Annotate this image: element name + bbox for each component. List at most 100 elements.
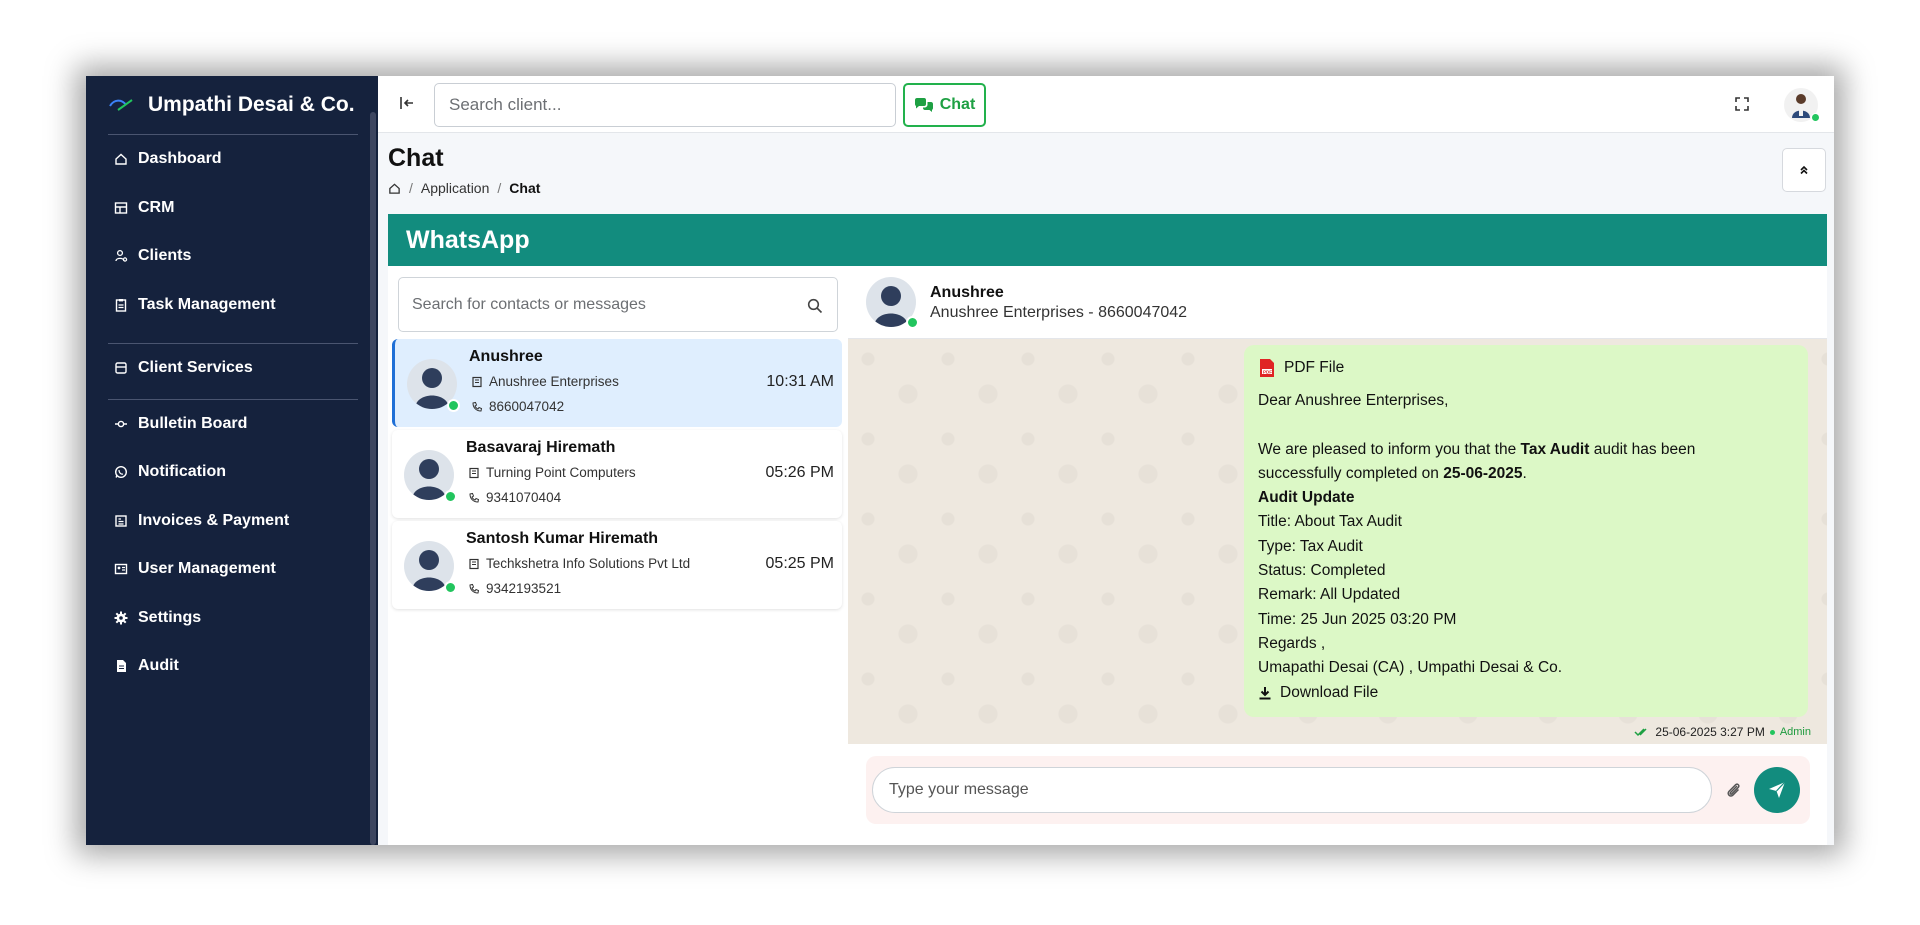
contact-time: 05:26 PM [765, 464, 834, 481]
chat-button[interactable]: Chat [903, 83, 986, 127]
sidebar-nav: Dashboard CRM Clients Task Management [86, 135, 378, 343]
table-icon [114, 201, 128, 215]
pdf-attachment[interactable]: PDF PDF File [1258, 357, 1794, 379]
sidebar-item-notification[interactable]: Notification [86, 448, 378, 497]
sidebar-item-task-management[interactable]: Task Management [86, 281, 378, 330]
fullscreen-icon[interactable] [1734, 96, 1750, 112]
message-signature: Umapathi Desai (CA) , Umpathi Desai & Co… [1258, 659, 1563, 677]
contact-time: 10:31 AM [766, 373, 834, 390]
message-regards: Regards , [1258, 634, 1326, 652]
send-button[interactable] [1754, 767, 1800, 813]
sidebar-item-label: Client Services [138, 359, 253, 377]
brand-name: Umpathi Desai & Co. [148, 93, 355, 116]
breadcrumb-separator: / [409, 180, 413, 196]
sidebar-item-dashboard[interactable]: Dashboard [86, 135, 378, 184]
sidebar-item-settings[interactable]: Settings [86, 594, 378, 643]
message-type-line: Type: Tax Audit [1258, 537, 1363, 555]
contact-item[interactable]: Anushree Anushree Enterprises 8660047042… [392, 339, 842, 427]
sidebar-item-label: Dashboard [138, 150, 222, 168]
sender-status-dot [1769, 729, 1775, 735]
users-icon [114, 249, 128, 263]
breadcrumb-current: Chat [509, 180, 541, 196]
contact-phone-text: 9342193521 [486, 581, 562, 596]
sidebar-item-client-services[interactable]: Client Services [86, 344, 378, 393]
building-icon [469, 467, 479, 478]
sidebar-item-crm[interactable]: CRM [86, 184, 378, 233]
sidebar-item-audit[interactable]: Audit [86, 642, 378, 691]
sidebar-item-label: Bulletin Board [138, 414, 248, 432]
message-intro-end: . [1522, 464, 1527, 482]
sidebar-item-label: Invoices & Payment [138, 511, 290, 529]
message-input[interactable] [872, 767, 1712, 813]
sidebar-item-label: Task Management [138, 295, 276, 313]
home-icon [114, 152, 128, 166]
contact-phone-text: 9341070404 [486, 490, 562, 505]
contacts-panel: Anushree Anushree Enterprises 8660047042… [388, 266, 848, 845]
sidebar-scrollbar[interactable] [370, 112, 376, 845]
contact-name: Basavaraj Hiremath [466, 439, 616, 456]
contact-item[interactable]: Santosh Kumar Hiremath Techkshetra Info … [392, 521, 842, 609]
phone-icon [472, 401, 483, 412]
message-meta: 25-06-2025 3:27 PM Admin [1634, 725, 1811, 739]
paperclip-icon[interactable] [1724, 780, 1742, 800]
contact-org-text: Techkshetra Info Solutions Pvt Ltd [486, 556, 691, 571]
collapse-sidebar-icon[interactable] [398, 94, 416, 112]
breadcrumb-application[interactable]: Application [421, 180, 490, 196]
message-area[interactable]: PDF PDF File Dear Anushree Enterprises, … [848, 339, 1827, 744]
contact-name: Anushree [469, 348, 543, 365]
contact-org-text: Anushree Enterprises [489, 374, 619, 389]
whatsapp-title: WhatsApp [406, 225, 530, 254]
file-icon [114, 659, 128, 673]
sidebar-item-label: Settings [138, 608, 202, 626]
contact-name: Santosh Kumar Hiremath [466, 530, 659, 547]
whatsapp-header: WhatsApp [388, 214, 1827, 266]
gear-icon [114, 611, 128, 625]
sidebar-item-label: Audit [138, 657, 179, 675]
sidebar-nav: Bulletin Board Notification Invoices & P… [86, 400, 378, 691]
box-icon [114, 361, 128, 375]
pdf-file-icon: PDF [1260, 359, 1274, 377]
contact-phone-text: 8660047042 [489, 399, 565, 414]
contact-org: Techkshetra Info Solutions Pvt Ltd [468, 556, 690, 571]
sidebar-item-label: CRM [138, 198, 175, 216]
download-file-link[interactable]: Download File [1258, 681, 1794, 705]
sidebar-item-bulletin-board[interactable]: Bulletin Board [86, 400, 378, 449]
message-sender: Admin [1779, 726, 1811, 738]
home-icon[interactable] [388, 182, 401, 195]
brand-logo-icon [109, 99, 133, 111]
phone-icon [469, 492, 480, 503]
contact-org: Anushree Enterprises [471, 374, 619, 389]
message-timestamp: 25-06-2025 3:27 PM [1655, 725, 1765, 739]
message-bubble: PDF PDF File Dear Anushree Enterprises, … [1244, 345, 1808, 717]
svg-text:PDF: PDF [1263, 369, 1272, 374]
contact-phone: 9341070404 [468, 490, 561, 505]
breadcrumb-separator: / [497, 180, 502, 196]
download-file-label: Download File [1280, 683, 1379, 701]
sidebar-item-label: Clients [138, 247, 192, 265]
brand[interactable]: Umpathi Desai & Co. [86, 76, 378, 134]
search-icon[interactable] [807, 298, 823, 314]
contact-time: 05:25 PM [765, 555, 834, 572]
message-intro-bold: Tax Audit [1520, 440, 1590, 458]
nav-spacer [86, 329, 378, 343]
pdf-attachment-label: PDF File [1284, 358, 1345, 376]
contact-item[interactable]: Basavaraj Hiremath Turning Point Compute… [392, 430, 842, 518]
message-update-heading-text: Audit Update [1258, 489, 1355, 507]
sidebar-item-invoices-payment[interactable]: Invoices & Payment [86, 497, 378, 546]
message-status-line: Status: Completed [1258, 562, 1386, 580]
sidebar: Umpathi Desai & Co. Dashboard CRM Client… [86, 76, 378, 845]
client-search-input[interactable] [434, 83, 896, 127]
message-intro-a: We are pleased to inform you that the [1258, 440, 1521, 458]
message-intro: We are pleased to inform you that the Ta… [1258, 438, 1794, 462]
topbar: Chat [378, 76, 1834, 133]
invoice-icon [114, 514, 128, 528]
message-intro-c: successfully completed on [1258, 464, 1444, 482]
user-avatar[interactable] [1784, 88, 1820, 122]
sidebar-item-user-management[interactable]: User Management [86, 545, 378, 594]
contact-org: Turning Point Computers [468, 465, 636, 480]
sidebar-nav: Client Services [86, 344, 378, 399]
collapse-header-button[interactable] [1782, 148, 1826, 192]
sidebar-item-clients[interactable]: Clients [86, 232, 378, 281]
contact-search-input[interactable] [399, 278, 789, 331]
chat-button-label: Chat [939, 96, 976, 113]
